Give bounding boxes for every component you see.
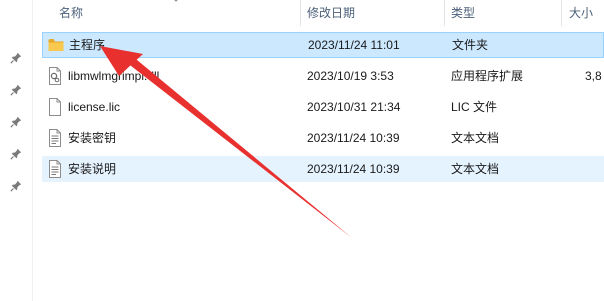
blank-file-icon bbox=[49, 98, 61, 116]
pin-icon[interactable] bbox=[10, 52, 22, 64]
file-name: 安装密钥 bbox=[68, 131, 117, 145]
file-row[interactable]: 安装说明 2023/11/24 10:39 文本文档 bbox=[42, 156, 604, 182]
file-name: 主程序 bbox=[69, 38, 106, 52]
file-type: 文本文档 bbox=[451, 162, 500, 176]
file-date: 2023/10/19 3:53 bbox=[307, 69, 394, 83]
file-type: 文件夹 bbox=[452, 38, 489, 52]
folder-icon bbox=[48, 39, 64, 51]
file-date: 2023/10/31 21:34 bbox=[307, 100, 401, 114]
column-header-date[interactable]: 修改日期 bbox=[307, 0, 355, 26]
column-header-bar: 名称 修改日期 类型 大小 bbox=[33, 0, 604, 28]
quick-access-pin-rail bbox=[0, 0, 32, 301]
file-row[interactable]: 安装密钥 2023/11/24 10:39 文本文档 bbox=[42, 125, 604, 151]
file-type: 文本文档 bbox=[451, 131, 500, 145]
file-date: 2023/11/24 11:01 bbox=[308, 38, 400, 52]
column-separator[interactable] bbox=[561, 0, 562, 26]
file-row[interactable]: libmwlmgrimpl.dll 2023/10/19 3:53 应用程序扩展… bbox=[42, 63, 604, 89]
pin-icon[interactable] bbox=[10, 180, 22, 192]
file-date: 2023/11/24 10:39 bbox=[307, 131, 400, 145]
file-row[interactable]: 主程序 2023/11/24 11:01 文件夹 bbox=[42, 32, 604, 58]
file-name: libmwlmgrimpl.dll bbox=[68, 69, 160, 83]
dll-file-icon bbox=[49, 67, 61, 85]
pane-divider bbox=[32, 0, 33, 301]
pin-icon[interactable] bbox=[10, 84, 22, 96]
column-separator[interactable] bbox=[444, 0, 445, 26]
file-date: 2023/11/24 10:39 bbox=[307, 162, 400, 176]
text-file-icon bbox=[49, 129, 61, 147]
file-row[interactable]: license.lic 2023/10/31 21:34 LIC 文件 bbox=[42, 94, 604, 120]
file-explorer-view: 名称 修改日期 类型 大小 主程序 2023/11/24 11:01 文件夹 l… bbox=[0, 0, 604, 301]
column-header-name[interactable]: 名称 bbox=[59, 0, 83, 26]
column-separator[interactable] bbox=[300, 0, 301, 26]
file-type: 应用程序扩展 bbox=[451, 69, 524, 83]
file-type: LIC 文件 bbox=[451, 100, 498, 114]
file-name: license.lic bbox=[68, 100, 121, 114]
sort-chevron-icon bbox=[174, 0, 178, 2]
file-size: 3,8 bbox=[585, 69, 602, 83]
file-name: 安装说明 bbox=[68, 162, 117, 176]
column-header-size[interactable]: 大小 bbox=[569, 0, 593, 26]
column-header-type[interactable]: 类型 bbox=[451, 0, 475, 26]
pin-icon[interactable] bbox=[10, 148, 22, 160]
text-file-icon bbox=[49, 160, 61, 178]
pin-icon[interactable] bbox=[10, 116, 22, 128]
